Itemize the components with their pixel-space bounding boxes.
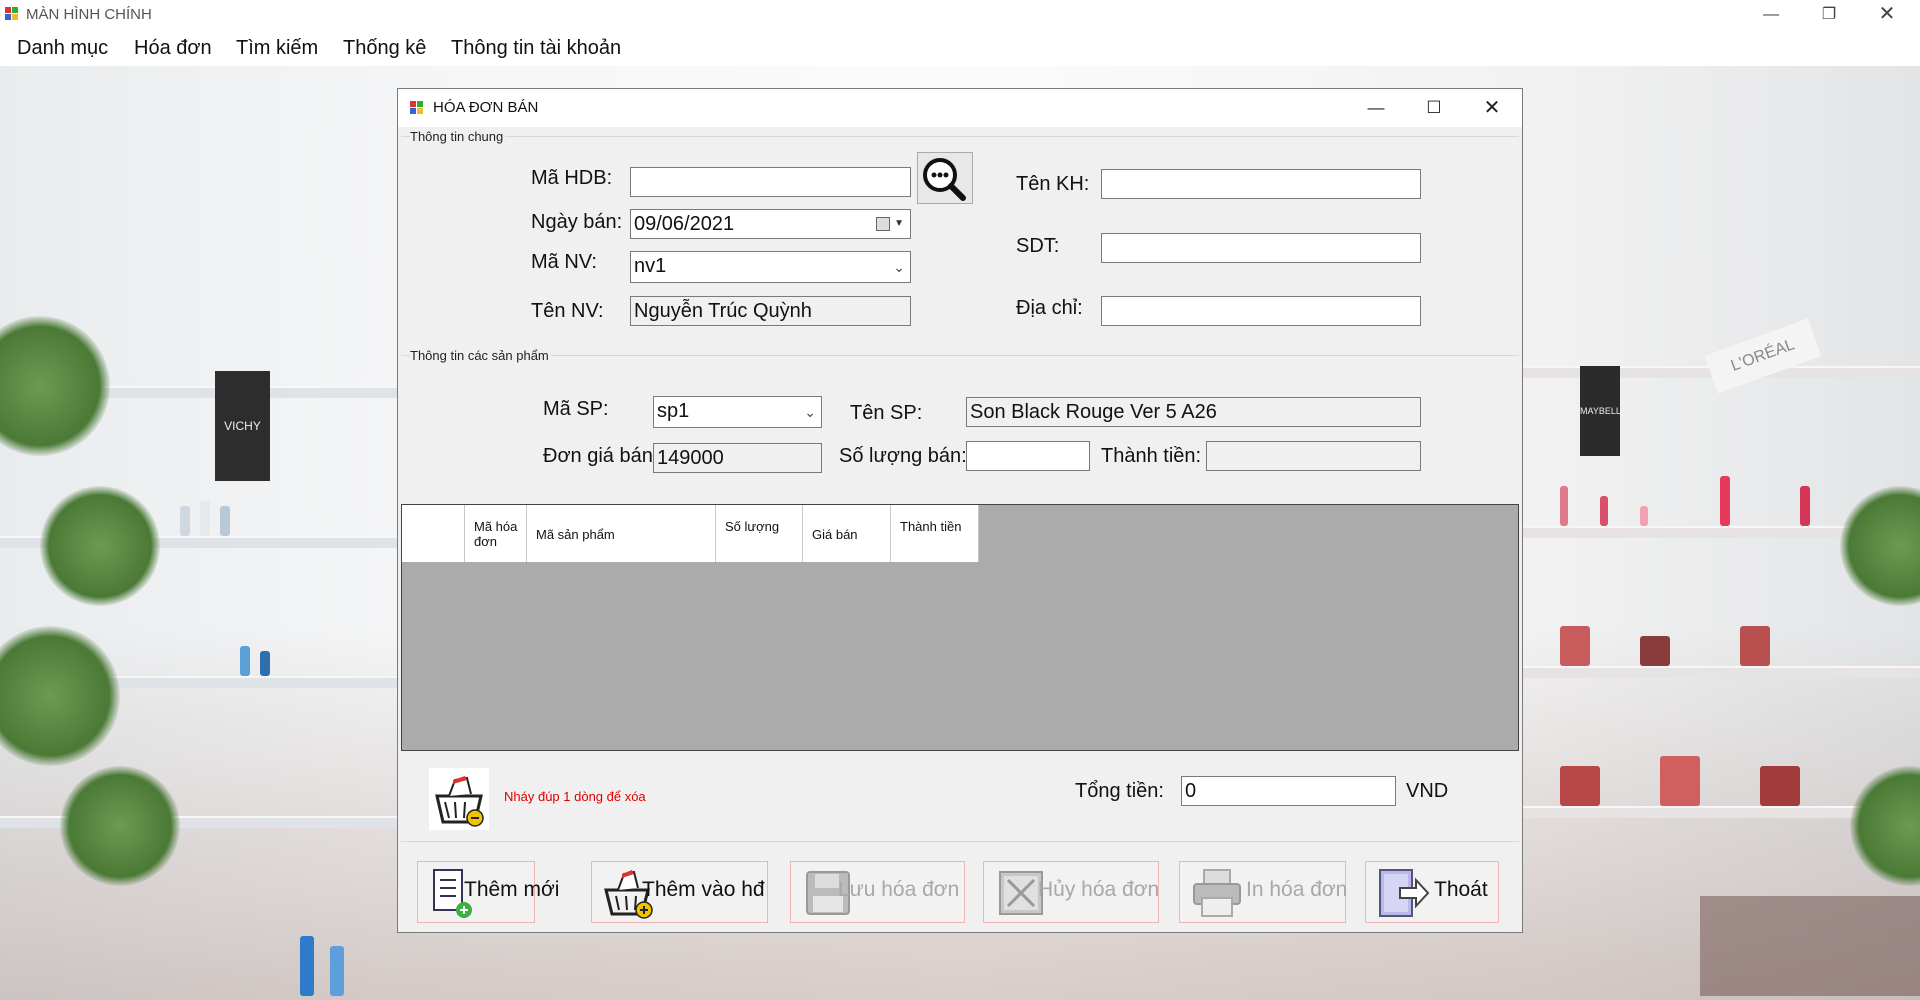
in-hoa-don-button[interactable]: In hóa đơn — [1179, 861, 1348, 923]
luu-hoa-don-button[interactable]: Lưu hóa đơn — [790, 861, 965, 923]
ngay-ban-label: Ngày bán: — [531, 211, 623, 233]
them-moi-button[interactable]: Thêm mới — [417, 861, 559, 923]
them-vao-hd-label: Thêm vào hđ — [642, 878, 765, 901]
huy-hoa-don-button[interactable]: Hủy hóa đơn — [983, 861, 1159, 923]
menu-tim-kiem[interactable]: Tìm kiếm — [236, 37, 318, 60]
tong-tien-field[interactable]: 0 — [1181, 776, 1396, 806]
dialog-title-bar: HÓA ĐƠN BÁN — ☐ ✕ — [398, 89, 1522, 127]
main-title-bar: MÀN HÌNH CHÍNH — ❐ ✕ — [0, 0, 1920, 29]
ma-nv-label: Mã NV: — [531, 251, 597, 273]
tong-tien-label: Tổng tiền: — [1075, 780, 1164, 802]
ma-sp-select[interactable]: sp1 ⌄ — [653, 396, 822, 428]
ten-kh-input[interactable] — [1101, 169, 1421, 199]
calendar-icon — [876, 217, 890, 231]
ma-sp-label: Mã SP: — [543, 398, 609, 420]
printer-icon — [1193, 869, 1241, 917]
search-invoice-button[interactable] — [917, 152, 973, 204]
app-icon — [5, 7, 19, 21]
delete-hint: Nháy đúp 1 dòng để xóa — [504, 789, 646, 804]
huy-hoa-don-label: Hủy hóa đơn — [1038, 878, 1160, 901]
dialog-close-icon[interactable]: ✕ — [1463, 89, 1521, 127]
general-info-group-label: Thông tin chung — [410, 129, 506, 144]
row-header-corner — [402, 505, 465, 562]
menu-thong-tin-tai-khoan[interactable]: Thông tin tài khoản — [451, 37, 621, 60]
menu-hoa-don[interactable]: Hóa đơn — [134, 37, 212, 60]
vichy-sign: VICHY — [215, 371, 270, 481]
dialog-title: HÓA ĐƠN BÁN — [433, 99, 539, 116]
in-hoa-don-label: In hóa đơn — [1246, 878, 1348, 901]
menu-bar: Danh mục Hóa đơn Tìm kiếm Thống kê Thông… — [0, 29, 1920, 66]
dia-chi-label: Địa chỉ: — [1016, 297, 1083, 319]
dialog-maximize-icon[interactable]: ☐ — [1405, 89, 1463, 127]
col-thanh-tien[interactable]: Thành tiền — [891, 505, 979, 562]
close-icon[interactable]: ✕ — [1858, 0, 1916, 29]
thanh-tien-label: Thành tiền: — [1101, 445, 1202, 467]
window-title: MÀN HÌNH CHÍNH — [26, 6, 152, 23]
ngay-ban-datepicker[interactable]: 09/06/2021 ▼ — [630, 209, 911, 239]
sdt-label: SDT: — [1016, 235, 1060, 257]
so-luong-ban-input[interactable] — [966, 441, 1090, 471]
col-gia-ban[interactable]: Giá bán — [803, 505, 891, 562]
don-gia-ban-field[interactable]: 149000 — [653, 443, 822, 473]
products-group-label: Thông tin các sản phẩm — [410, 348, 551, 363]
ten-nv-label: Tên NV: — [531, 300, 604, 322]
ma-hdb-label: Mã HDB: — [531, 167, 613, 189]
chevron-down-icon: ▼ — [894, 218, 904, 229]
menu-danh-muc[interactable]: Danh mục — [17, 37, 108, 60]
currency-label: VND — [1406, 780, 1449, 802]
thoat-label: Thoát — [1434, 878, 1488, 901]
invoice-dialog: HÓA ĐƠN BÁN — ☐ ✕ Thông tin chung Mã HDB… — [397, 88, 1523, 933]
ngay-ban-value: 09/06/2021 — [634, 213, 735, 235]
delete-item-icon[interactable] — [429, 768, 489, 830]
ten-nv-field[interactable]: Nguyễn Trúc Quỳnh — [630, 296, 911, 326]
loreal-sign: L'ORÉAL — [1704, 318, 1822, 394]
menu-thong-ke[interactable]: Thống kê — [343, 37, 426, 60]
ten-sp-field[interactable]: Son Black Rouge Ver 5 A26 — [966, 397, 1421, 427]
ma-nv-value: nv1 — [634, 255, 667, 277]
ma-sp-value: sp1 — [657, 400, 690, 422]
col-ma-hoa-don[interactable]: Mã hóa đơn — [465, 505, 527, 562]
magnifier-icon — [923, 158, 966, 201]
thoat-button[interactable]: Thoát — [1365, 861, 1499, 923]
grid-header: Mã hóa đơn Mã sản phẩm Số lượng Giá bán … — [402, 505, 979, 562]
chevron-down-icon: ⌄ — [893, 259, 905, 275]
ten-sp-label: Tên SP: — [850, 402, 923, 424]
exit-icon — [1379, 869, 1430, 917]
chevron-down-icon: ⌄ — [804, 404, 816, 420]
col-ma-san-pham[interactable]: Mã sản phẩm — [527, 505, 716, 562]
thanh-tien-field[interactable] — [1206, 441, 1421, 471]
so-luong-ban-label: Số lượng bán: — [839, 445, 967, 467]
dialog-app-icon — [410, 101, 424, 115]
luu-hoa-don-label: Lưu hóa đơn — [838, 878, 960, 901]
don-gia-ban-label: Đơn giá bán: — [543, 445, 659, 467]
basket-remove-icon — [435, 776, 484, 827]
ten-kh-label: Tên KH: — [1016, 173, 1090, 195]
restore-icon[interactable]: ❐ — [1800, 0, 1858, 29]
ma-hdb-input[interactable] — [630, 167, 911, 197]
them-moi-label: Thêm mới — [464, 878, 560, 901]
col-so-luong[interactable]: Số lượng — [716, 505, 803, 562]
dia-chi-input[interactable] — [1101, 296, 1421, 326]
minimize-icon[interactable]: — — [1742, 0, 1800, 29]
ma-nv-select[interactable]: nv1 ⌄ — [630, 251, 911, 283]
them-vao-hd-button[interactable]: Thêm vào hđ — [591, 861, 768, 923]
sdt-input[interactable] — [1101, 233, 1421, 263]
dialog-minimize-icon[interactable]: — — [1347, 89, 1405, 127]
invoice-items-grid[interactable]: Mã hóa đơn Mã sản phẩm Số lượng Giá bán … — [401, 504, 1519, 751]
maybelline-sign: MAYBELLINE — [1580, 366, 1636, 456]
